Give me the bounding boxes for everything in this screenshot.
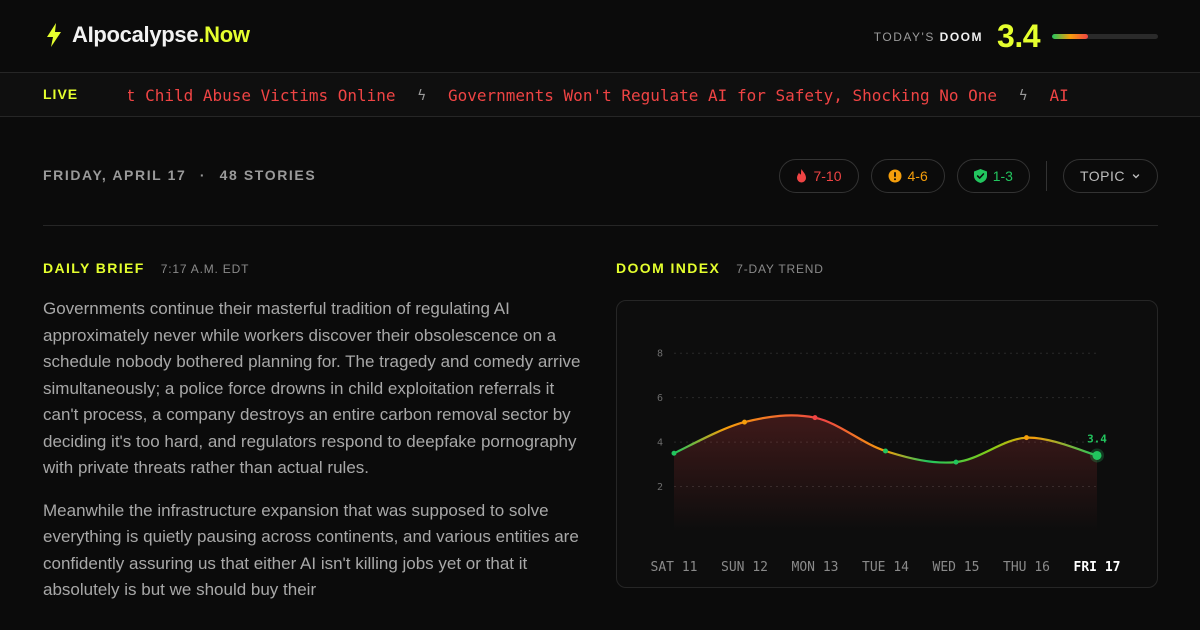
date-text: FRIDAY, APRIL 17 (43, 167, 187, 183)
x-tick-label: SAT 11 (651, 560, 698, 575)
data-point (1024, 435, 1029, 441)
data-point (883, 448, 888, 454)
doom-index-title: DOOM INDEX (616, 260, 721, 276)
filter-high-label: 7-10 (813, 168, 842, 184)
x-tick-label: FRI 17 (1074, 560, 1121, 575)
ticker-item[interactable]: Governments Won't Regulate AI for Safety… (448, 86, 997, 105)
chevron-down-icon (1132, 174, 1140, 179)
data-point (953, 459, 959, 465)
brief-paragraph: Meanwhile the infrastructure expansion t… (43, 500, 579, 600)
y-tick-label: 2 (657, 482, 663, 493)
logo-main-text: AIpocalypse (72, 22, 199, 47)
data-point (1092, 450, 1102, 460)
brief-body: Governments continue their masterful tra… (43, 296, 583, 620)
filter-low-button[interactable]: 1-3 (956, 159, 1030, 193)
live-label: LIVE (43, 86, 79, 102)
ticker-item[interactable]: AI (1049, 86, 1068, 105)
doom-meter: TODAY'S DOOM 3.4 (874, 18, 1158, 55)
lightning-icon: ϟ (417, 87, 426, 104)
live-ticker: LIVE Protect Child Abuse Victims Online … (0, 73, 1200, 117)
x-tick-label: MON 13 (792, 560, 839, 575)
flame-icon (797, 169, 807, 183)
x-tick-label: THU 16 (1003, 560, 1050, 575)
site-header: AIpocalypse.Now TODAY'S DOOM 3.4 (0, 0, 1200, 73)
data-point (812, 415, 818, 421)
story-count: 48 STORIES (219, 167, 317, 183)
topic-dropdown[interactable]: TOPIC (1062, 159, 1158, 193)
doom-label: TODAY'S DOOM (874, 30, 983, 44)
filter-medium-label: 4-6 (907, 168, 928, 184)
brief-header: DAILY BRIEF 7:17 A.M. EDT (43, 260, 249, 276)
filter-divider (1045, 161, 1047, 191)
section-divider (43, 225, 1158, 226)
data-point (671, 450, 677, 456)
doom-index-header: DOOM INDEX 7-DAY TREND (616, 260, 824, 276)
y-tick-label: 6 (657, 393, 663, 404)
doom-trend-chart: 2 4 6 8 3.4 SAT 11 SUN 12 MON 13 TUE 14 WED 15 THU… (651, 349, 1121, 575)
current-value-label: 3.4 (1087, 432, 1107, 445)
doom-score: 3.4 (997, 18, 1040, 54)
filter-low-label: 1-3 (992, 168, 1013, 184)
data-point (742, 419, 747, 425)
trend-area (674, 415, 1097, 531)
y-tick-label: 8 (657, 349, 663, 360)
doom-index-subtitle: 7-DAY TREND (736, 262, 824, 276)
topic-label: TOPIC (1079, 168, 1125, 184)
doom-index-chart: 2 4 6 8 3.4 SAT 11 SUN 12 MON 13 TUE 14 WED 15 THU… (616, 300, 1158, 588)
doom-label-bold: DOOM (939, 29, 984, 44)
x-tick-label: SUN 12 (721, 560, 768, 575)
brief-time: 7:17 A.M. EDT (160, 262, 250, 276)
filter-high-button[interactable]: 7-10 (779, 159, 859, 193)
doom-level-fill (1052, 34, 1089, 39)
logo-text: AIpocalypse.Now (72, 22, 250, 48)
doom-level-bar (1052, 34, 1158, 39)
doom-label-prefix: TODAY'S (873, 29, 935, 44)
filter-medium-button[interactable]: 4-6 (870, 159, 945, 193)
lightning-icon (47, 23, 61, 47)
lightning-icon: ϟ (1019, 87, 1028, 104)
logo-accent-text: .Now (198, 22, 250, 47)
dateline: FRIDAY, APRIL 17 · 48 STORIES (43, 167, 316, 183)
x-tick-label: WED 15 (933, 560, 980, 575)
filter-bar: 7-10 4-6 1-3 TOPIC (779, 159, 1158, 193)
ticker-item[interactable]: Protect Child Abuse Victims Online (128, 86, 396, 105)
y-tick-label: 4 (657, 438, 663, 449)
x-tick-label: TUE 14 (862, 560, 909, 575)
logo[interactable]: AIpocalypse.Now (44, 22, 250, 48)
ticker-track: Protect Child Abuse Victims Online ϟ Gov… (128, 73, 1200, 116)
brief-paragraph: Governments continue their masterful tra… (43, 299, 581, 477)
brief-title: DAILY BRIEF (43, 260, 145, 276)
dateline-separator: · (199, 167, 207, 183)
shield-check-icon (973, 169, 987, 183)
alert-icon (888, 169, 901, 183)
